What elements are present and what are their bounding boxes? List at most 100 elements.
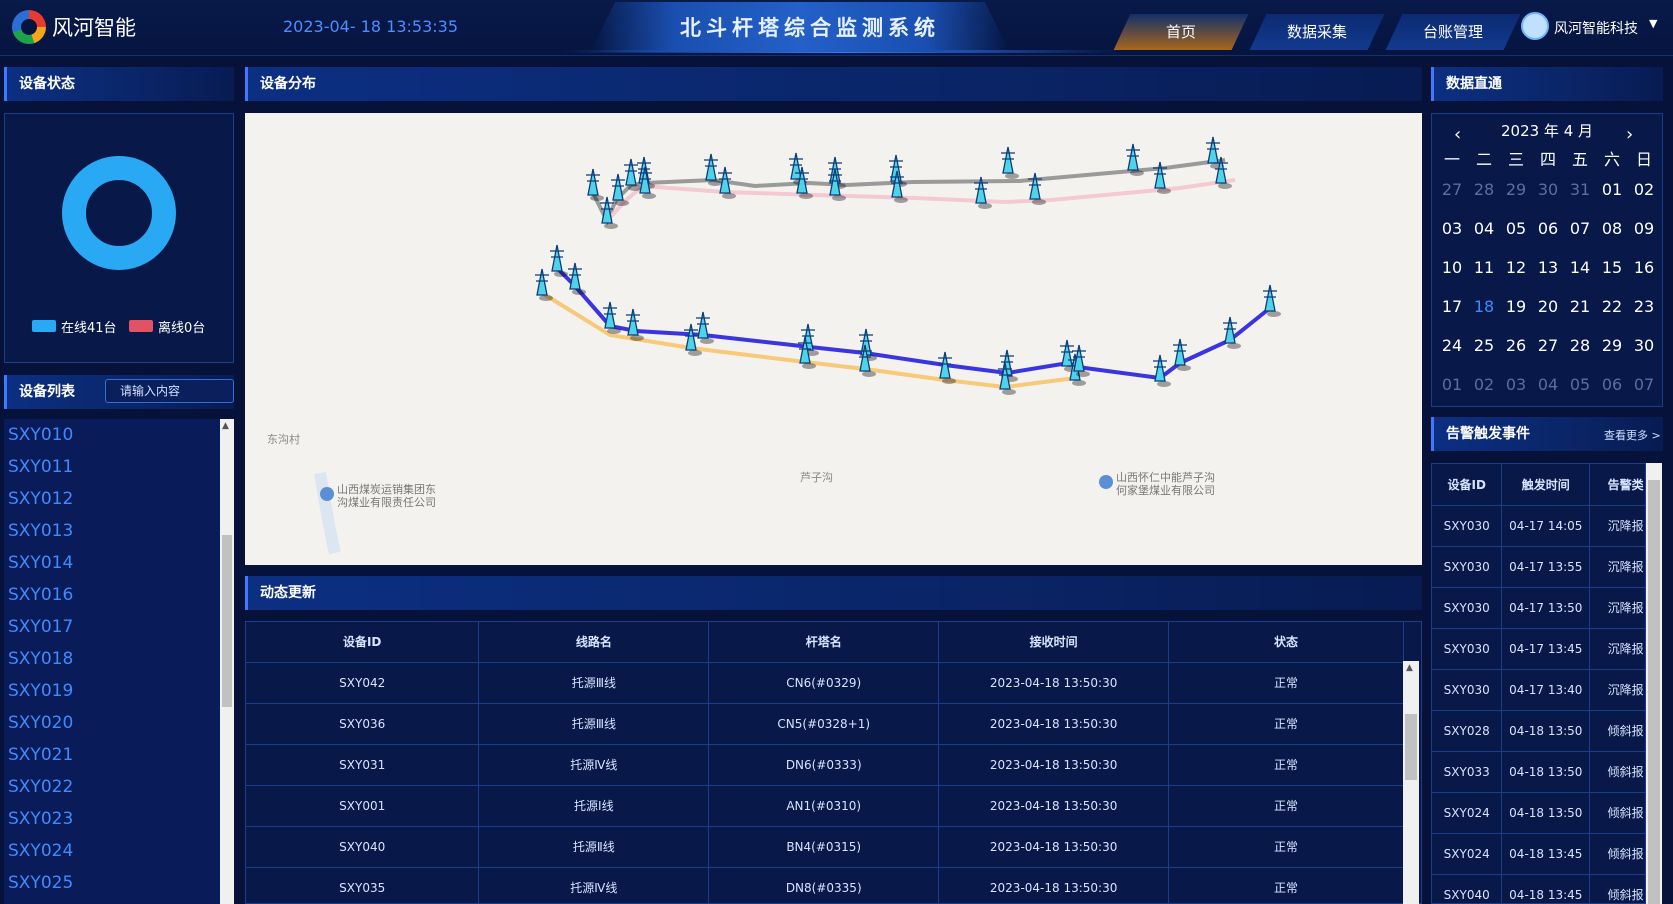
table-row[interactable]: SXY030 04-17 13:50 沉降报 [1432, 587, 1645, 629]
calendar-day[interactable]: 14 [1564, 248, 1596, 287]
device-list-item[interactable]: SXY010 [4, 419, 220, 451]
alarm-column-header[interactable]: 告警类 [1589, 464, 1645, 506]
tower-icon[interactable] [586, 168, 604, 201]
dynamic-table-scroll-thumb[interactable] [1405, 714, 1417, 780]
calendar-day[interactable]: 05 [1500, 209, 1532, 248]
device-list-item[interactable]: SXY020 [4, 707, 220, 739]
chevron-down-icon[interactable]: ▼ [1649, 17, 1657, 30]
next-month-icon[interactable]: › [1626, 124, 1633, 145]
calendar-day[interactable]: 22 [1596, 287, 1628, 326]
device-list-scroll-thumb[interactable] [222, 535, 232, 707]
calendar-day[interactable]: 30 [1532, 170, 1564, 209]
calendar-day[interactable]: 12 [1500, 248, 1532, 287]
dynamic-table-scrollbar[interactable] [1403, 661, 1419, 904]
calendar-day[interactable]: 27 [1532, 326, 1564, 365]
calendar-day[interactable]: 02 [1468, 365, 1500, 404]
alarm-column-header[interactable]: 设备ID [1432, 464, 1503, 506]
calendar-day[interactable]: 17 [1436, 287, 1468, 326]
table-row[interactable]: SXY030 04-17 13:40 沉降报 [1432, 669, 1645, 711]
table-row[interactable]: SXY040 托源Ⅱ线 BN4(#0315) 2023-04-18 13:50:30 正… [246, 826, 1404, 868]
calendar-day[interactable]: 18 [1468, 287, 1500, 326]
calendar-day[interactable]: 05 [1564, 365, 1596, 404]
calendar-day[interactable]: 04 [1532, 365, 1564, 404]
calendar-day[interactable]: 10 [1436, 248, 1468, 287]
table-row[interactable]: SXY031 托源Ⅳ线 DN6(#0333) 2023-04-18 13:50:30 正… [246, 744, 1404, 786]
device-list-item[interactable]: SXY022 [4, 771, 220, 803]
device-list-item[interactable]: SXY012 [4, 483, 220, 515]
device-list-item[interactable]: SXY011 [4, 451, 220, 483]
user-name[interactable]: 风河智能科技 [1554, 18, 1638, 38]
tower-icon[interactable] [603, 301, 621, 334]
nav-data-collection[interactable]: 数据采集 [1249, 14, 1385, 50]
calendar-day[interactable]: 03 [1500, 365, 1532, 404]
calendar-day[interactable]: 16 [1628, 248, 1660, 287]
device-list-item[interactable]: SXY023 [4, 803, 220, 835]
dynamic-column-header[interactable]: 接收时间 [938, 622, 1170, 663]
table-row[interactable]: SXY028 04-18 13:50 倾斜报 [1432, 710, 1645, 752]
device-list-item[interactable]: SXY016 [4, 579, 220, 611]
device-list-item[interactable]: SXY019 [4, 675, 220, 707]
nav-ledger[interactable]: 台账管理 [1385, 14, 1521, 50]
calendar-day[interactable]: 31 [1564, 170, 1596, 209]
tower-icon[interactable] [535, 268, 553, 301]
calendar-day[interactable]: 27 [1436, 170, 1468, 209]
dynamic-column-header[interactable]: 设备ID [246, 622, 480, 663]
table-row[interactable]: SXY001 托源Ⅰ线 AN1(#0310) 2023-04-18 13:50:30 正… [246, 785, 1404, 827]
calendar-day[interactable]: 08 [1596, 209, 1628, 248]
calendar-day[interactable]: 20 [1532, 287, 1564, 326]
tower-icon[interactable] [1001, 146, 1019, 179]
alarm-more-link[interactable]: 查看更多 > [1604, 427, 1661, 443]
tower-icon[interactable] [696, 311, 714, 344]
device-list-item[interactable]: SXY024 [4, 835, 220, 867]
calendar-day[interactable]: 26 [1500, 326, 1532, 365]
device-list-item[interactable]: SXY017 [4, 611, 220, 643]
calendar-day[interactable]: 23 [1628, 287, 1660, 326]
calendar-day[interactable]: 06 [1532, 209, 1564, 248]
calendar-day[interactable]: 06 [1596, 365, 1628, 404]
calendar-day[interactable]: 09 [1628, 209, 1660, 248]
table-row[interactable]: SXY024 04-18 13:45 倾斜报 [1432, 833, 1645, 875]
alarm-column-header[interactable]: 触发时间 [1501, 464, 1591, 506]
calendar-day[interactable]: 21 [1564, 287, 1596, 326]
alarm-scroll-thumb[interactable] [1648, 480, 1660, 904]
calendar-day[interactable]: 25 [1468, 326, 1500, 365]
device-list-item[interactable]: SXY021 [4, 739, 220, 771]
table-row[interactable]: SXY030 04-17 13:55 沉降报 [1432, 546, 1645, 588]
table-row[interactable]: SXY042 托源Ⅲ线 CN6(#0329) 2023-04-18 13:50:30 正… [246, 662, 1404, 704]
tower-icon[interactable] [859, 328, 877, 361]
calendar-day[interactable]: 04 [1468, 209, 1500, 248]
calendar-day[interactable]: 19 [1500, 287, 1532, 326]
user-avatar[interactable] [1521, 12, 1549, 40]
calendar-day[interactable]: 28 [1564, 326, 1596, 365]
tower-icon[interactable] [624, 158, 642, 191]
dynamic-column-header[interactable]: 线路名 [478, 622, 710, 663]
scroll-up-icon[interactable]: ▲ [222, 421, 229, 431]
device-list-item[interactable]: SXY025 [4, 867, 220, 899]
dynamic-column-header[interactable]: 状态 [1168, 622, 1404, 663]
table-row[interactable]: SXY030 04-17 14:05 沉降报 [1432, 505, 1645, 547]
calendar-day[interactable]: 24 [1436, 326, 1468, 365]
scroll-up-icon[interactable]: ▲ [1406, 663, 1413, 673]
calendar-day[interactable]: 13 [1532, 248, 1564, 287]
table-row[interactable]: SXY035 托源Ⅳ线 DN8(#0335) 2023-04-18 13:50:30 正… [246, 867, 1404, 903]
calendar-day[interactable]: 15 [1596, 248, 1628, 287]
table-row[interactable]: SXY033 04-18 13:50 倾斜报 [1432, 751, 1645, 793]
calendar-day[interactable]: 07 [1628, 365, 1660, 404]
calendar-day[interactable]: 03 [1436, 209, 1468, 248]
calendar-day[interactable]: 02 [1628, 170, 1660, 209]
calendar-day[interactable]: 07 [1564, 209, 1596, 248]
table-row[interactable]: SXY030 04-17 13:45 沉降报 [1432, 628, 1645, 670]
calendar-day[interactable]: 11 [1468, 248, 1500, 287]
device-map[interactable]: 东沟村 芦子沟 山西煤炭运销集团东 沟煤业有限责任公司 山西怀仁中能芦子沟 何家堡煤… [245, 113, 1422, 565]
calendar-day[interactable]: 01 [1436, 365, 1468, 404]
device-list-item[interactable]: SXY014 [4, 547, 220, 579]
calendar-day[interactable]: 28 [1468, 170, 1500, 209]
table-row[interactable]: SXY036 托源Ⅲ线 CN5(#0328+1) 2023-04-18 13:50:3… [246, 703, 1404, 745]
table-row[interactable]: SXY040 04-18 13:45 倾斜报 [1432, 874, 1645, 903]
calendar-day[interactable]: 30 [1628, 326, 1660, 365]
device-list-item[interactable]: SXY018 [4, 643, 220, 675]
device-list-item[interactable]: SXY013 [4, 515, 220, 547]
nav-home[interactable]: 首页 [1113, 14, 1249, 50]
calendar-day[interactable]: 29 [1500, 170, 1532, 209]
calendar-day[interactable]: 01 [1596, 170, 1628, 209]
